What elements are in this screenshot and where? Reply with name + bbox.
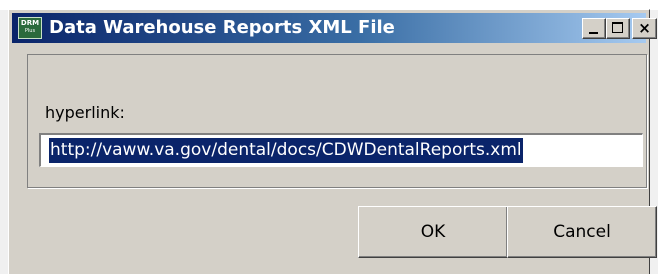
ok-button[interactable]: OK [358, 206, 508, 258]
maximize-icon [612, 22, 623, 33]
app-icon-text: DRM [20, 19, 40, 27]
hyperlink-input[interactable]: http://vaww.va.gov/dental/docs/CDWDental… [39, 133, 643, 167]
minimize-icon [589, 32, 598, 34]
cancel-button[interactable]: Cancel [507, 206, 657, 258]
maximize-button[interactable] [606, 18, 630, 39]
close-icon: × [638, 19, 651, 37]
hyperlink-value: http://vaww.va.gov/dental/docs/CDWDental… [49, 138, 523, 163]
title-bar[interactable]: DRM Plus Data Warehouse Reports XML File… [12, 13, 657, 43]
close-button[interactable]: × [632, 18, 657, 39]
window-title: Data Warehouse Reports XML File [49, 17, 395, 38]
hyperlink-group-box: hyperlink: [27, 54, 647, 188]
app-icon-subtext: Plus [24, 28, 36, 34]
minimize-button[interactable] [582, 18, 606, 39]
dialog-window: DRM Plus Data Warehouse Reports XML File… [8, 9, 657, 274]
hyperlink-label: hyperlink: [45, 103, 125, 122]
drm-app-icon[interactable]: DRM Plus [18, 17, 42, 39]
